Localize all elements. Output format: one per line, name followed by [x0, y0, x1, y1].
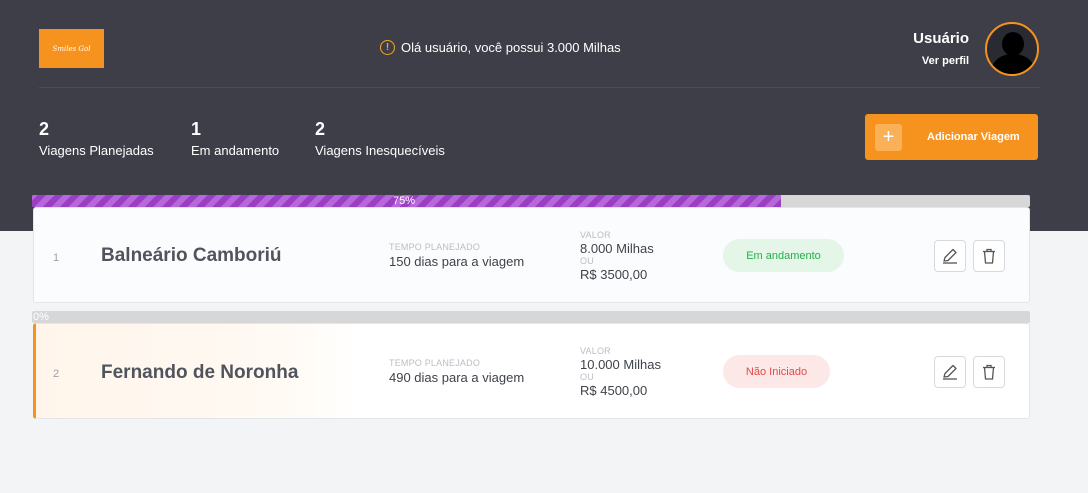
pencil-icon [943, 248, 957, 264]
progress-label: 75% [393, 195, 416, 207]
trip-miles: 10.000 Milhas [580, 357, 661, 372]
trip-destination: Fernando de Noronha [101, 362, 299, 383]
trip-planned-time: TEMPO PLANEJADO 490 dias para a viagem [389, 358, 524, 385]
stat-label: Em andamento [191, 143, 280, 158]
logo-text: Smiles Gol [52, 44, 91, 53]
avatar[interactable] [985, 22, 1039, 76]
stat-value: 1 [191, 119, 202, 139]
status-badge: Não Iniciado [723, 355, 830, 388]
trash-icon [983, 364, 995, 380]
header-divider [39, 87, 1040, 88]
trip-card: 2 Fernando de Noronha TEMPO PLANEJADO 49… [33, 323, 1030, 419]
smiles-logo[interactable]: Smiles Gol [39, 29, 104, 68]
stat-unforgettable-trips: 2 Viagens Inesquecíveis [315, 120, 445, 158]
add-trip-label: Adicionar Viagem [927, 131, 1020, 143]
info-icon: ! [380, 40, 395, 55]
stat-value: 2 [315, 119, 326, 139]
stat-label: Viagens Inesquecíveis [315, 143, 445, 158]
trip-value: VALOR 8.000 Milhas OU R$ 3500,00 [580, 229, 654, 281]
planned-time-label: TEMPO PLANEJADO [389, 242, 481, 252]
trip-destination: Balneário Camboriú [101, 245, 282, 266]
avatar-body-shape [992, 54, 1034, 74]
status-badge: Em andamento [723, 239, 844, 272]
stat-planned-trips: 2 Viagens Planejadas [39, 120, 154, 158]
planned-time-value: 150 dias para a viagem [389, 254, 525, 269]
planned-time-value: 490 dias para a viagem [389, 370, 525, 385]
trip-card: 1 Balneário Camboriú TEMPO PLANEJADO 150… [33, 207, 1030, 303]
stat-value: 2 [39, 119, 50, 139]
user-name: Usuário [913, 30, 969, 47]
trip-progress-bar: 75% [32, 195, 1030, 207]
edit-button[interactable] [934, 240, 966, 272]
trip-price: R$ 4500,00 [580, 383, 648, 398]
greeting-text: Olá usuário, você possui 3.000 Milhas [401, 40, 621, 55]
miles-greeting: ! Olá usuário, você possui 3.000 Milhas [380, 40, 621, 55]
trip-value: VALOR 10.000 Milhas OU R$ 4500,00 [580, 345, 661, 397]
delete-button[interactable] [973, 356, 1005, 388]
delete-button[interactable] [973, 240, 1005, 272]
edit-button[interactable] [934, 356, 966, 388]
add-trip-button[interactable]: + Adicionar Viagem [865, 114, 1038, 160]
plus-icon: + [875, 123, 902, 151]
progress-label: 0% [33, 311, 49, 323]
user-info: Usuário Ver perfil [913, 30, 969, 67]
trip-miles: 8.000 Milhas [580, 241, 654, 256]
pencil-icon [943, 364, 957, 380]
trip-price: R$ 3500,00 [580, 267, 648, 282]
trip-index: 2 [53, 368, 60, 380]
view-profile-link[interactable]: Ver perfil [913, 55, 969, 67]
trip-planned-time: TEMPO PLANEJADO 150 dias para a viagem [389, 242, 524, 269]
trip-progress-bar: 0% [32, 311, 1030, 323]
trip-index: 1 [53, 252, 60, 264]
trash-icon [983, 248, 995, 264]
avatar-head-shape [1002, 32, 1024, 56]
stat-in-progress: 1 Em andamento [191, 120, 279, 158]
planned-time-label: TEMPO PLANEJADO [389, 358, 481, 368]
stat-label: Viagens Planejadas [39, 143, 154, 158]
